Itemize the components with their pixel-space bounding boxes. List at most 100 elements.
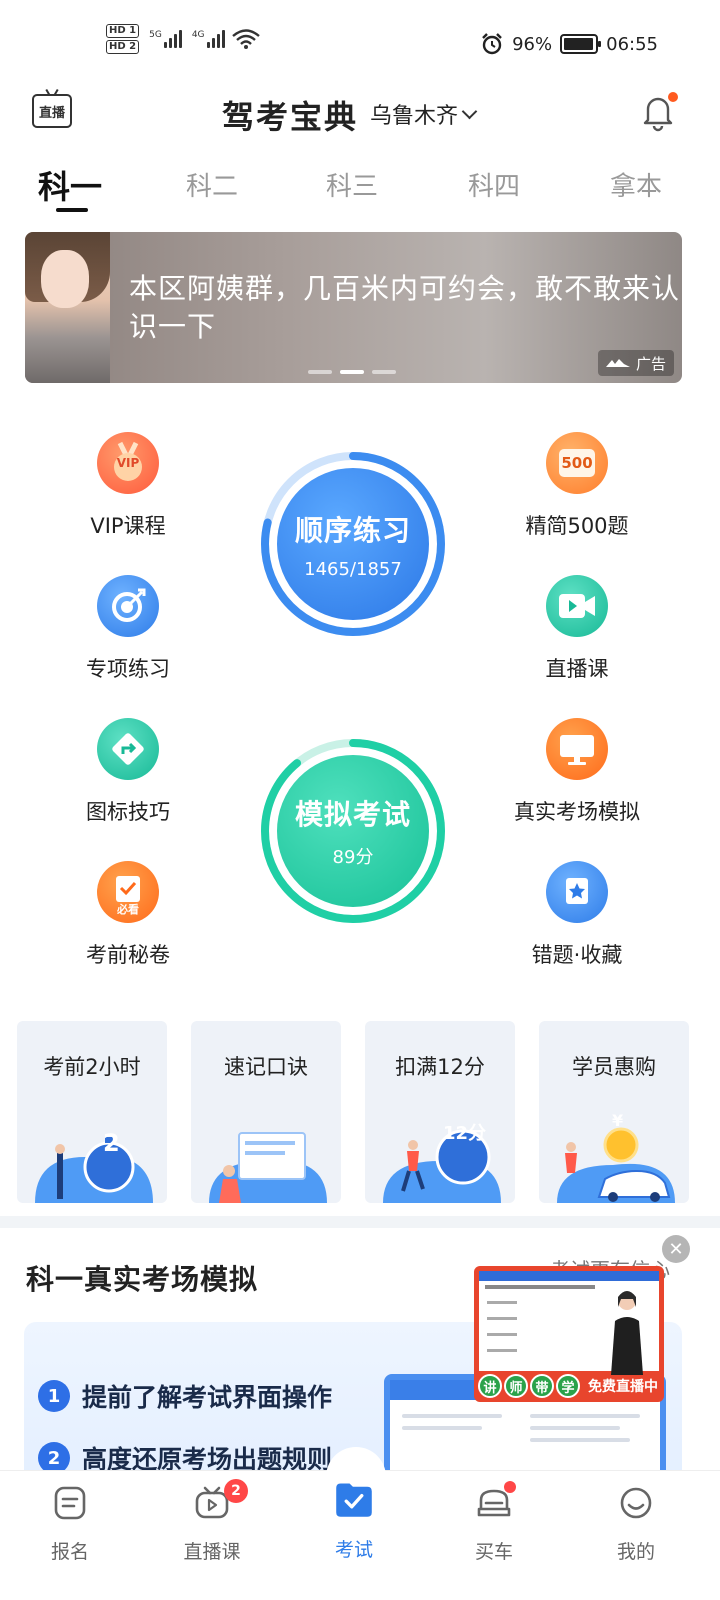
feature-label: 考前秘卷 [86, 943, 170, 967]
exam-folder-icon [336, 1483, 372, 1517]
bullet-number: 1 [38, 1380, 70, 1412]
hd1-badge: HD 1 [106, 24, 140, 38]
net1-label: 5G [149, 30, 162, 40]
clock: 06:55 [606, 33, 658, 55]
battery-fill [564, 38, 593, 50]
nav-badge-count: 2 [224, 1479, 248, 1503]
feature-jingjian-500[interactable]: 500 精简500题 [492, 432, 662, 540]
car-purchase-illustration [557, 1127, 675, 1203]
video-screen [479, 1271, 659, 1375]
mock-line [530, 1426, 620, 1430]
card-badge: 2 [103, 1129, 120, 1157]
signal-bar [221, 30, 225, 48]
city-selector[interactable]: 乌鲁木齐 [370, 98, 478, 130]
nav-label: 考试 [334, 1539, 373, 1561]
feature-wrong-favorites[interactable]: 错题·收藏 [492, 861, 662, 969]
ad-logo-icon [605, 359, 630, 367]
target-dart-icon [112, 588, 146, 622]
card-title: 学员惠购 [572, 1055, 656, 1079]
section-divider [0, 1216, 720, 1228]
nav-label: 我的 [616, 1541, 655, 1563]
nav-mine[interactable]: 我的 [586, 1485, 686, 1564]
banner-char: 学 [556, 1374, 580, 1398]
exam-score: 89分 [332, 847, 374, 868]
signal-bar [173, 34, 177, 48]
app-title: 驾考宝典 [222, 98, 359, 136]
alarm-icon [482, 33, 502, 55]
road-sign-icon [97, 718, 159, 780]
ad-tag: 广告 [597, 350, 674, 376]
close-video-button[interactable]: ✕ [662, 1235, 690, 1263]
subject-tabs: 科一 科二 科三 科四 拿本 [0, 160, 720, 220]
nav-label: 直播课 [183, 1541, 241, 1563]
mock-line [402, 1414, 502, 1418]
tab-ke1[interactable]: 科一 [20, 162, 120, 208]
net2-label: 4G [191, 30, 205, 40]
live-tv-button[interactable]: 直播 [32, 94, 72, 128]
presenter-figure [611, 1291, 643, 1375]
practice-title: 顺序练习 [294, 513, 411, 547]
feature-sign-tips[interactable]: 图标技巧 [43, 718, 213, 826]
feature-label: 直播课 [545, 657, 609, 681]
wifi-icon [231, 29, 260, 49]
tab-license[interactable]: 拿本 [586, 166, 686, 203]
exam-inner: 模拟考试 89分 [273, 751, 433, 911]
feature-label: 错题·收藏 [531, 943, 623, 967]
video-banner: 讲 师 带 学 免费直播中 [474, 1370, 664, 1402]
banner-char: 带 [530, 1374, 554, 1398]
banner-char: 讲 [478, 1374, 502, 1398]
bottom-navigation: 报名 2 直播课 考试 买车 我的 [0, 1447, 720, 1600]
feature-real-exam-sim[interactable]: 真实考场模拟 [492, 718, 662, 826]
nav-live-course[interactable]: 2 直播课 [162, 1479, 262, 1564]
video-header [479, 1271, 659, 1281]
bullet-item: 1 提前了解考试界面操作 [38, 1378, 332, 1414]
close-icon: ✕ [668, 1238, 684, 1260]
tab-ke2[interactable]: 科二 [162, 166, 262, 203]
mock-exam-button[interactable]: 模拟考试 89分 [257, 735, 449, 927]
card-student-shopping[interactable]: 学员惠购 ¥ [539, 1021, 689, 1203]
feature-pre-exam-paper[interactable]: 必看 考前秘卷 [43, 861, 213, 969]
500-questions-icon: 500 [546, 432, 608, 494]
feature-live-course[interactable]: 直播课 [492, 575, 662, 683]
feature-vip-course[interactable]: VIP VIP课程 [43, 432, 213, 540]
nav-label: 报名 [50, 1541, 89, 1563]
notification-bell-button[interactable] [640, 92, 678, 132]
pagination-dot [308, 370, 332, 374]
turn-sign-icon [112, 733, 144, 765]
card-title: 扣满12分 [395, 1055, 485, 1079]
floating-live-video[interactable]: 讲 师 带 学 免费直播中 [474, 1266, 664, 1402]
reading-illustration [209, 1132, 327, 1203]
video-option-line [487, 1349, 517, 1352]
card-12-points[interactable]: 扣满12分 12分 [365, 1021, 515, 1203]
signal-bar [168, 38, 172, 48]
hd2-badge: HD 2 [106, 40, 140, 54]
status-left: HD 1 HD 2 5G 4G [106, 24, 261, 54]
ad-banner[interactable]: 本区阿姨群，几百米内可约会，敢不敢来认识一下 广告 [25, 232, 682, 383]
star-flag-icon [566, 878, 588, 904]
stopwatch-illustration [35, 1137, 153, 1203]
nav-exam[interactable]: 考试 [304, 1483, 404, 1562]
practice-progress: 1465/1857 [304, 558, 402, 580]
notification-dot [668, 92, 678, 102]
video-camera-icon [559, 594, 595, 618]
tab-ke3[interactable]: 科三 [302, 166, 402, 203]
nav-signup[interactable]: 报名 [20, 1485, 120, 1564]
status-right: 96% 06:55 [480, 32, 658, 56]
must-see-badge: 必看 [117, 903, 139, 916]
feature-label: 真实考场模拟 [514, 800, 640, 824]
hd-indicators: HD 1 HD 2 [106, 24, 140, 54]
feature-special-practice[interactable]: 专项练习 [43, 575, 213, 683]
computer-monitor-icon [560, 735, 594, 765]
pagination-dot-active [340, 370, 364, 374]
card-mnemonics[interactable]: 速记口诀 [191, 1021, 341, 1203]
video-icon [546, 575, 608, 637]
tab-ke4[interactable]: 科四 [444, 166, 544, 203]
banner-text: 本区阿姨群，几百米内可约会，敢不敢来认识一下 [129, 272, 681, 343]
nav-buy-car[interactable]: 买车 [444, 1481, 544, 1564]
mock-line [530, 1438, 630, 1442]
card-2-hours[interactable]: 考前2小时 2 [17, 1021, 167, 1203]
pagination-dot [372, 370, 396, 374]
sequential-practice-button[interactable]: 顺序练习 1465/1857 [257, 448, 449, 640]
exam-title: 模拟考试 [294, 798, 411, 831]
card-badge: 12分 [443, 1123, 487, 1144]
